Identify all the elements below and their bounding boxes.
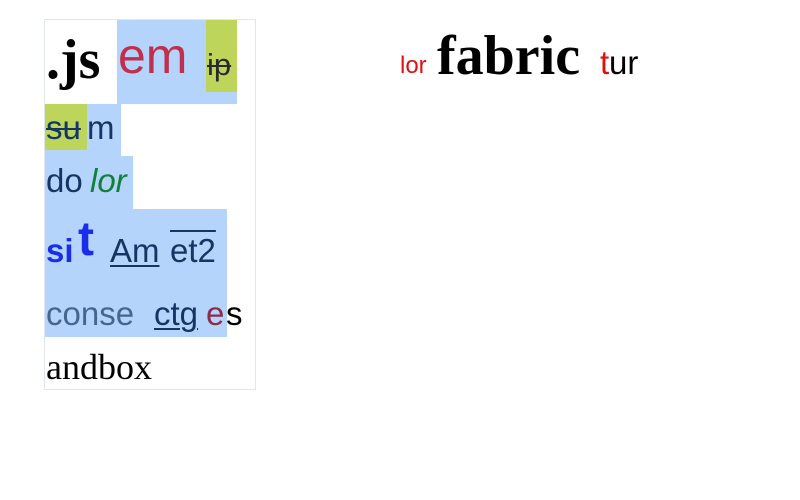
text-run: fabric [437,25,581,87]
text-run: ctg [154,295,199,332]
text-run: conse [46,295,135,332]
text-run: ur [609,44,639,81]
text-run: et2 [170,232,216,269]
styled-text-object[interactable]: lor fabric t ur [400,28,650,84]
text-run: do [46,162,83,199]
text-run: lor [90,162,127,199]
text-run: .js [46,29,101,91]
text-run: t [78,213,94,266]
text-run: andbox [46,347,152,387]
text-run: Am [110,232,160,269]
text-run: ip [207,47,232,82]
text-run: lor [400,52,427,79]
text-run: si [46,232,74,269]
text-run: e [206,295,225,332]
text-run: s [226,295,243,332]
text-run: su [46,109,81,146]
text-run: t [600,44,610,81]
text-run: em [118,28,188,84]
text-run: m [87,109,115,146]
